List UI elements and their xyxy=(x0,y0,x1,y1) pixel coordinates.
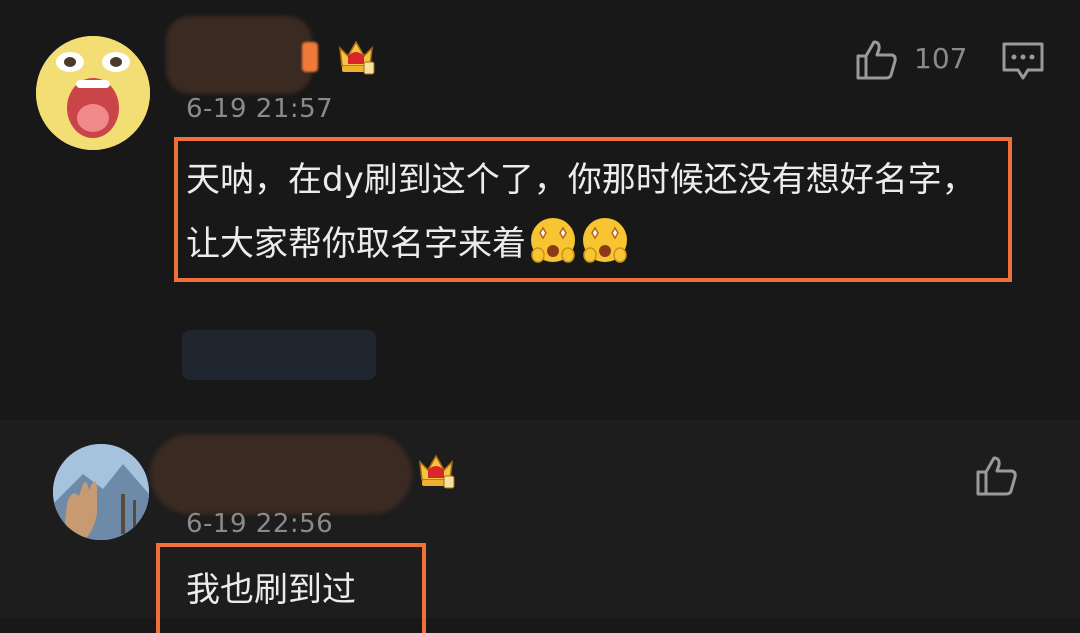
crown-icon xyxy=(419,454,455,489)
crown-icon xyxy=(339,40,375,75)
comment-timestamp: 6-19 22:56 xyxy=(186,509,334,539)
username-redacted xyxy=(150,434,412,514)
avatar[interactable] xyxy=(53,444,149,540)
username-redacted xyxy=(166,16,312,94)
comment-text: 我也刷到过 xyxy=(186,570,356,610)
username-redacted xyxy=(302,42,318,72)
starry-eyed-emoji-icon xyxy=(531,218,575,263)
thumbs-up-icon[interactable] xyxy=(972,452,1020,500)
thumbs-up-icon[interactable] xyxy=(852,36,900,84)
reply-comment-icon[interactable] xyxy=(1000,40,1046,82)
cartoon-face-avatar-icon xyxy=(36,36,150,150)
avatar[interactable] xyxy=(36,36,150,150)
photo-avatar-icon xyxy=(53,444,149,540)
starry-eyed-emoji-icon xyxy=(583,218,627,263)
comment-text: 天呐，在dy刷到这个了，你那时候还没有想好名字，让大家帮你取名字来着 xyxy=(186,148,1006,276)
comment-timestamp: 6-19 21:57 xyxy=(186,94,334,124)
reply-preview-redacted xyxy=(182,330,376,380)
like-count: 107 xyxy=(914,42,968,75)
